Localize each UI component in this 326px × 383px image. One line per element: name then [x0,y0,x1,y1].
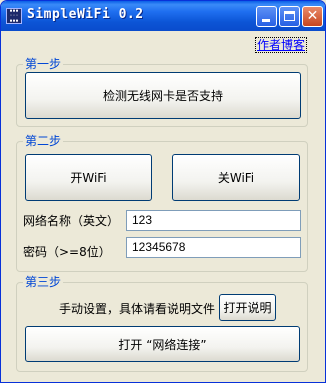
author-blog-link[interactable]: 作者博客 [255,37,308,53]
ssid-input[interactable]: 123 [126,210,301,231]
wifi-on-button[interactable]: 开WiFi [25,154,152,201]
step2-label: 第二步 [23,134,64,148]
open-readme-button[interactable]: 打开说明 [219,294,276,321]
ssid-label: 网络名称（英文） [23,214,120,228]
minimize-button[interactable] [256,6,277,27]
wifi-off-button[interactable]: 关WiFi [172,154,300,201]
minimize-icon [262,19,270,22]
password-input[interactable]: 12345678 [126,237,301,258]
step3-label: 第三步 [23,275,64,289]
password-label: 密码（>=8位） [23,245,111,259]
title-bar[interactable]: ▪▪▪ ◦◦◦ ▪▪▪ SimpleWiFi 0.2 ✕ [1,1,325,31]
close-icon: ✕ [306,8,319,24]
manual-setup-text: 手动设置，具体请看说明文件 [59,302,216,316]
maximize-icon [284,11,295,21]
maximize-button[interactable] [279,6,300,27]
app-window: ▪▪▪ ◦◦◦ ▪▪▪ SimpleWiFi 0.2 ✕ 作者博客 第一步 检测无线… [0,0,326,383]
open-network-connections-button[interactable]: 打开 “网络连接” [25,326,300,362]
window-title: SimpleWiFi 0.2 [27,7,144,22]
wifi-app-icon: ▪▪▪ ◦◦◦ ▪▪▪ [6,8,22,24]
close-button[interactable]: ✕ [302,6,323,27]
detect-wireless-card-button[interactable]: 检测无线网卡是否支持 [25,72,301,119]
step1-label: 第一步 [23,57,64,71]
